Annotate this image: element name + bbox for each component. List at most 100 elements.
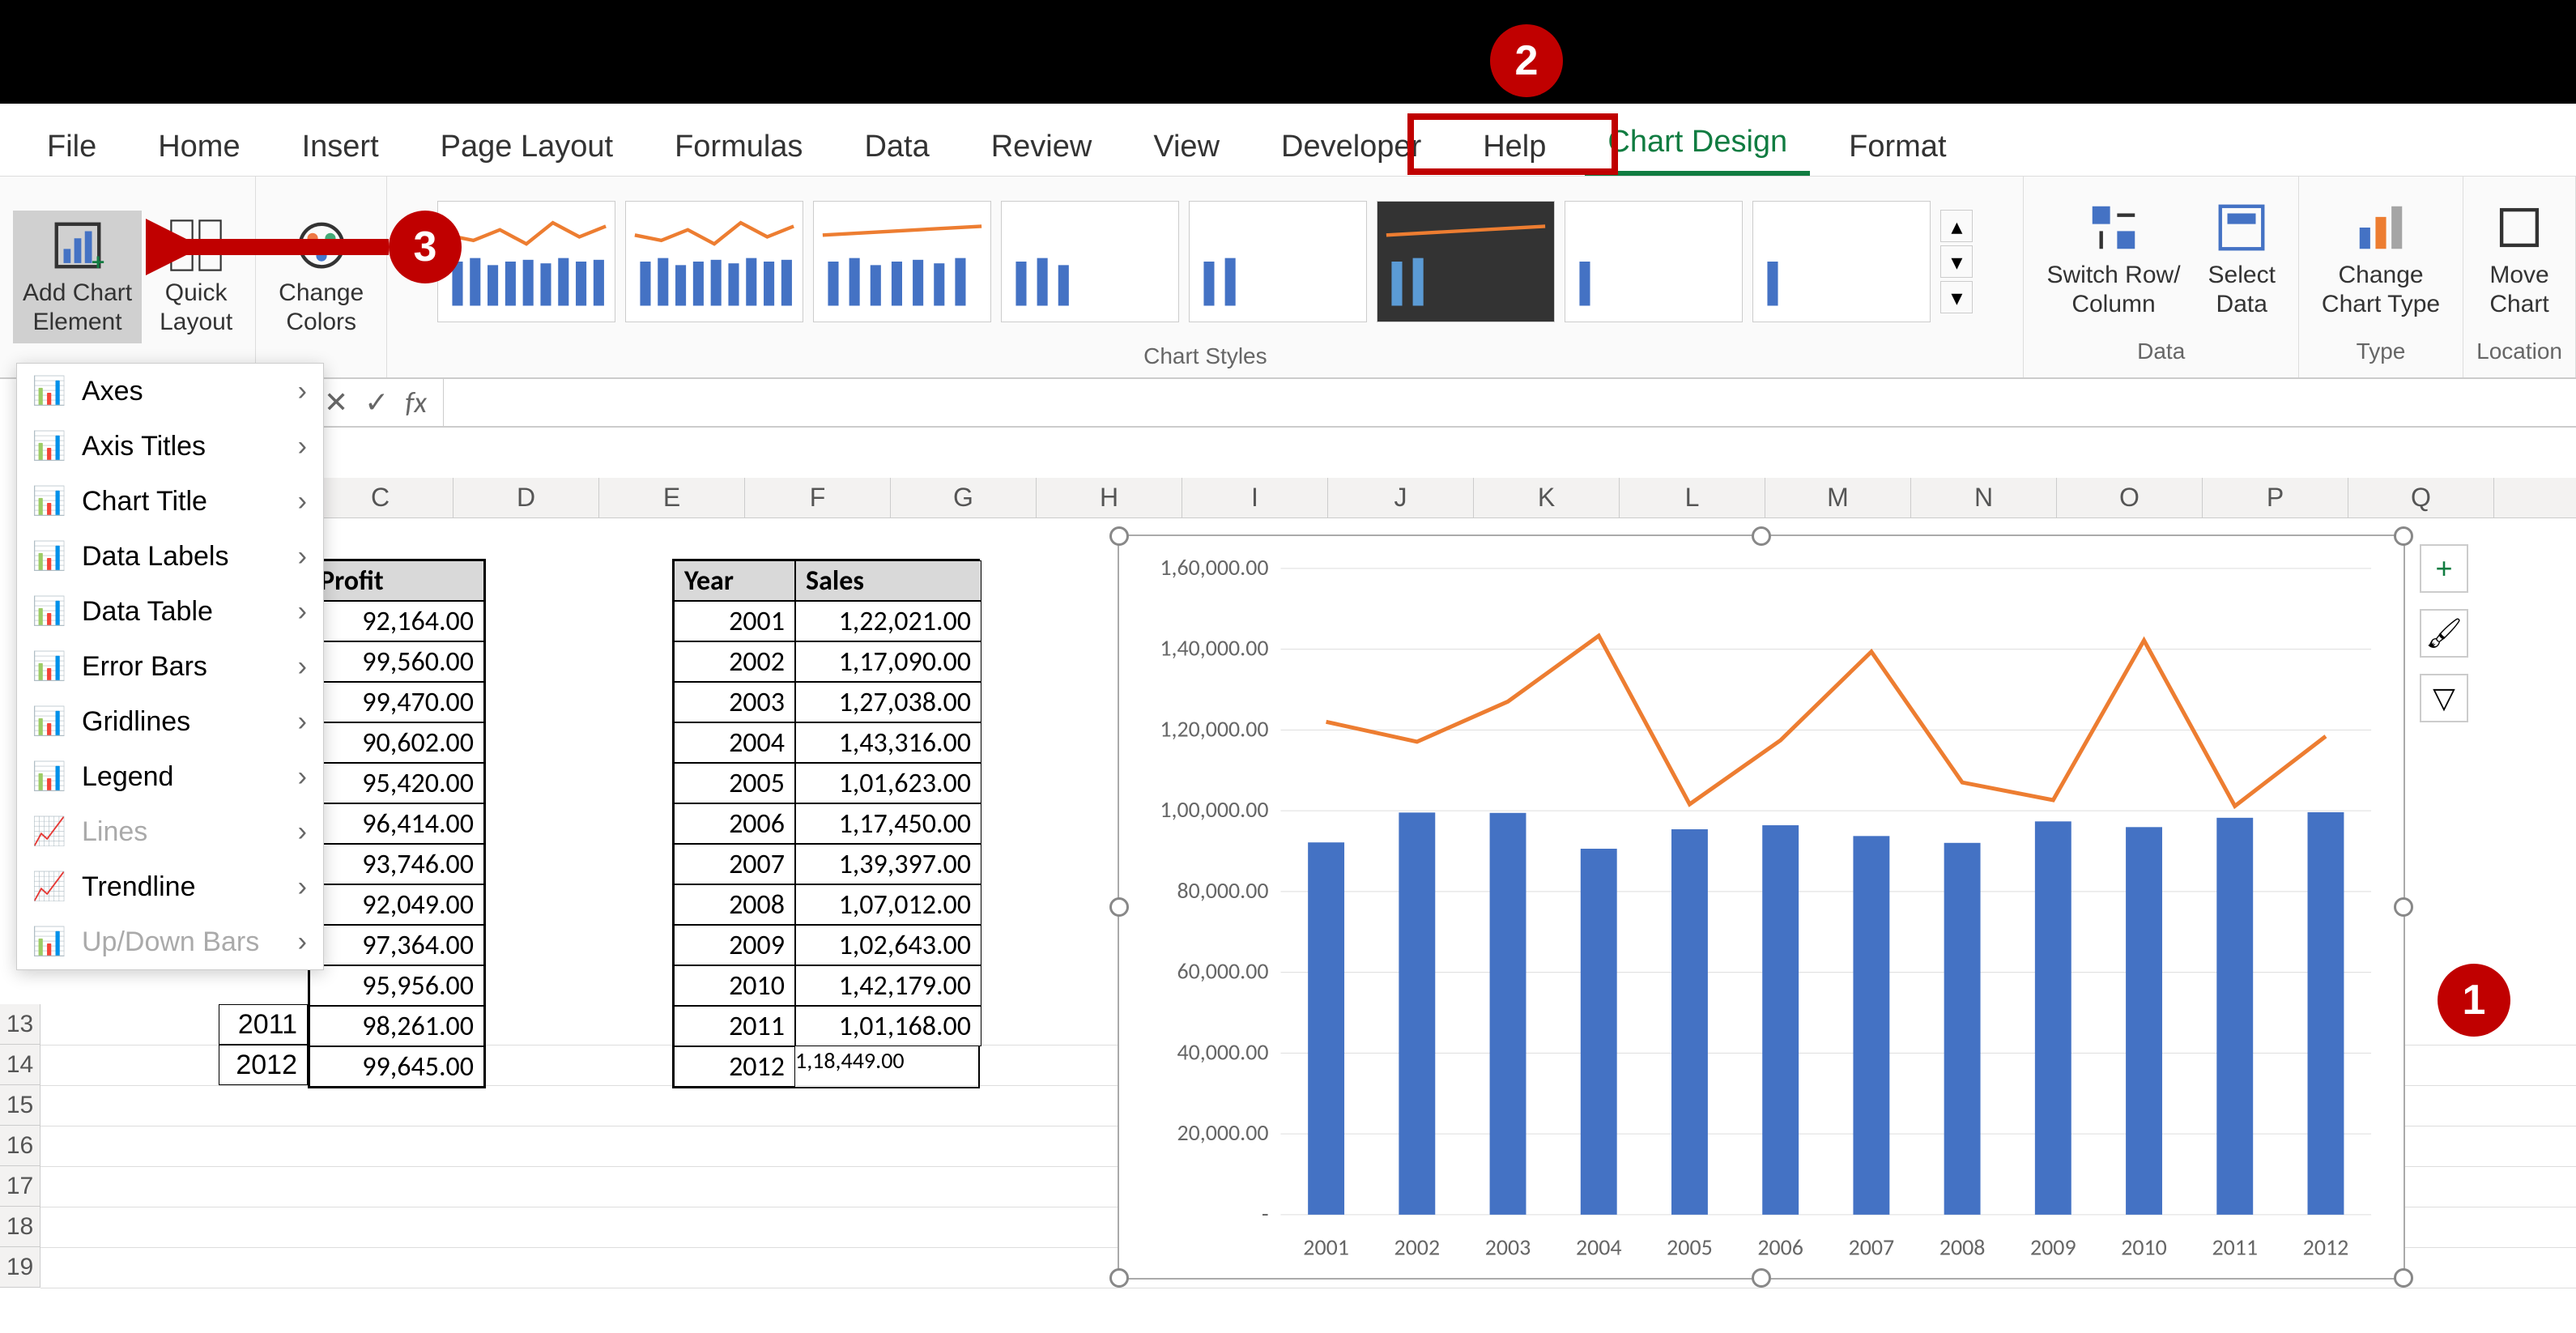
col-D[interactable]: D <box>453 478 599 517</box>
row-13[interactable]: 13 <box>0 1004 40 1045</box>
chart-style-6[interactable] <box>1377 201 1555 322</box>
fb-accept-icon[interactable]: ✓ <box>364 385 389 420</box>
row-17[interactable]: 17 <box>0 1166 40 1207</box>
gallery-more[interactable]: ▾ <box>1940 281 1973 313</box>
table-cell[interactable]: 2010 <box>674 965 795 1006</box>
table-cell[interactable]: 1,17,090.00 <box>795 641 981 682</box>
table-cell[interactable]: 1,18,449.00 <box>795 1046 981 1087</box>
col-H[interactable]: H <box>1037 478 1182 517</box>
col-G[interactable]: G <box>891 478 1037 517</box>
menu-axes[interactable]: 📊Axes› <box>17 364 323 419</box>
col-I[interactable]: I <box>1182 478 1328 517</box>
table-cell[interactable]: 2011 <box>674 1006 795 1046</box>
tab-view[interactable]: View <box>1130 118 1242 176</box>
chart-style-8[interactable] <box>1752 201 1931 322</box>
table-cell[interactable]: 95,420.00 <box>309 763 484 803</box>
col-J[interactable]: J <box>1328 478 1474 517</box>
menu-gridlines[interactable]: 📊Gridlines› <box>17 694 323 749</box>
chart-style-7[interactable] <box>1565 201 1743 322</box>
col-O[interactable]: O <box>2057 478 2203 517</box>
gallery-scroll-up[interactable]: ▴ <box>1940 210 1973 242</box>
table-cell[interactable]: 99,560.00 <box>309 641 484 682</box>
year-header[interactable]: Year <box>674 560 795 601</box>
profit-header[interactable]: Profit <box>309 560 484 601</box>
table-cell[interactable]: 2007 <box>674 844 795 884</box>
menu-chart-title[interactable]: 📊Chart Title› <box>17 474 323 529</box>
table-cell[interactable]: 95,956.00 <box>309 965 484 1006</box>
table-cell[interactable]: 2011 <box>219 1004 308 1045</box>
tab-page-layout[interactable]: Page Layout <box>418 118 636 176</box>
col-M[interactable]: M <box>1765 478 1911 517</box>
table-cell[interactable]: 92,164.00 <box>309 601 484 641</box>
table-cell[interactable]: 2008 <box>674 884 795 925</box>
table-cell[interactable]: 92,049.00 <box>309 884 484 925</box>
table-cell[interactable]: 90,602.00 <box>309 722 484 763</box>
table-cell[interactable]: 2004 <box>674 722 795 763</box>
tab-format[interactable]: Format <box>1826 118 1969 176</box>
tab-file[interactable]: File <box>24 118 119 176</box>
table-cell[interactable]: 1,07,012.00 <box>795 884 981 925</box>
table-cell[interactable]: 1,01,168.00 <box>795 1006 981 1046</box>
table-cell[interactable]: 2005 <box>674 763 795 803</box>
table-cell[interactable]: 99,645.00 <box>309 1046 484 1087</box>
row-15[interactable]: 15 <box>0 1085 40 1126</box>
row-14[interactable]: 14 <box>0 1045 40 1085</box>
menu-data-table[interactable]: 📊Data Table› <box>17 584 323 639</box>
chart-style-2[interactable] <box>625 201 803 322</box>
table-cell[interactable]: 1,02,643.00 <box>795 925 981 965</box>
table-cell[interactable]: 1,22,021.00 <box>795 601 981 641</box>
menu-data-labels[interactable]: 📊Data Labels› <box>17 529 323 584</box>
col-Q[interactable]: Q <box>2348 478 2494 517</box>
table-cell[interactable]: 2012 <box>219 1045 308 1085</box>
col-P[interactable]: P <box>2203 478 2348 517</box>
tab-chart-design[interactable]: Chart Design <box>1585 113 1810 176</box>
gallery-scroll-down[interactable]: ▾ <box>1940 245 1973 278</box>
row-18[interactable]: 18 <box>0 1207 40 1247</box>
chart-style-4[interactable] <box>1001 201 1179 322</box>
col-F[interactable]: F <box>745 478 891 517</box>
table-cell[interactable]: 97,364.00 <box>309 925 484 965</box>
table-cell[interactable]: 2009 <box>674 925 795 965</box>
chart-style-5[interactable] <box>1189 201 1367 322</box>
table-cell[interactable]: 1,17,450.00 <box>795 803 981 844</box>
table-cell[interactable]: 96,414.00 <box>309 803 484 844</box>
menu-axis-titles[interactable]: 📊Axis Titles› <box>17 419 323 474</box>
chart-style-1[interactable] <box>437 201 615 322</box>
table-cell[interactable]: 1,42,179.00 <box>795 965 981 1006</box>
tab-formulas[interactable]: Formulas <box>652 118 825 176</box>
tab-review[interactable]: Review <box>969 118 1115 176</box>
change-chart-type-button[interactable]: Change Chart Type <box>2312 193 2450 326</box>
table-cell[interactable]: 98,261.00 <box>309 1006 484 1046</box>
table-cell[interactable]: 1,27,038.00 <box>795 682 981 722</box>
col-C[interactable]: C <box>308 478 453 517</box>
fb-cancel-icon[interactable]: ✕ <box>324 385 348 420</box>
chart-style-3[interactable] <box>813 201 991 322</box>
menu-error-bars[interactable]: 📊Error Bars› <box>17 639 323 694</box>
table-cell[interactable]: 93,746.00 <box>309 844 484 884</box>
tab-data[interactable]: Data <box>841 118 952 176</box>
menu-trendline[interactable]: 📈Trendline› <box>17 859 323 914</box>
table-cell[interactable]: 2002 <box>674 641 795 682</box>
table-cell[interactable]: 2001 <box>674 601 795 641</box>
formula-input[interactable] <box>443 379 2560 426</box>
move-chart-button[interactable]: Move Chart <box>2480 193 2558 326</box>
table-cell[interactable]: 2003 <box>674 682 795 722</box>
row-19[interactable]: 19 <box>0 1247 40 1288</box>
sales-header[interactable]: Sales <box>795 560 981 601</box>
chart-elements-button[interactable]: + <box>2420 544 2468 593</box>
tab-insert[interactable]: Insert <box>279 118 402 176</box>
fx-label[interactable]: fx <box>405 385 427 420</box>
table-cell[interactable]: 1,43,316.00 <box>795 722 981 763</box>
table-cell[interactable]: 2006 <box>674 803 795 844</box>
add-chart-element-button[interactable]: + Add Chart Element <box>13 211 142 343</box>
select-data-button[interactable]: Select Data <box>2199 193 2285 326</box>
col-L[interactable]: L <box>1620 478 1765 517</box>
tab-home[interactable]: Home <box>135 118 262 176</box>
table-cell[interactable]: 2012 <box>674 1046 795 1087</box>
col-N[interactable]: N <box>1911 478 2057 517</box>
table-cell[interactable]: 1,39,397.00 <box>795 844 981 884</box>
table-cell[interactable]: 99,470.00 <box>309 682 484 722</box>
col-E[interactable]: E <box>599 478 745 517</box>
col-K[interactable]: K <box>1474 478 1620 517</box>
table-cell[interactable]: 1,01,623.00 <box>795 763 981 803</box>
